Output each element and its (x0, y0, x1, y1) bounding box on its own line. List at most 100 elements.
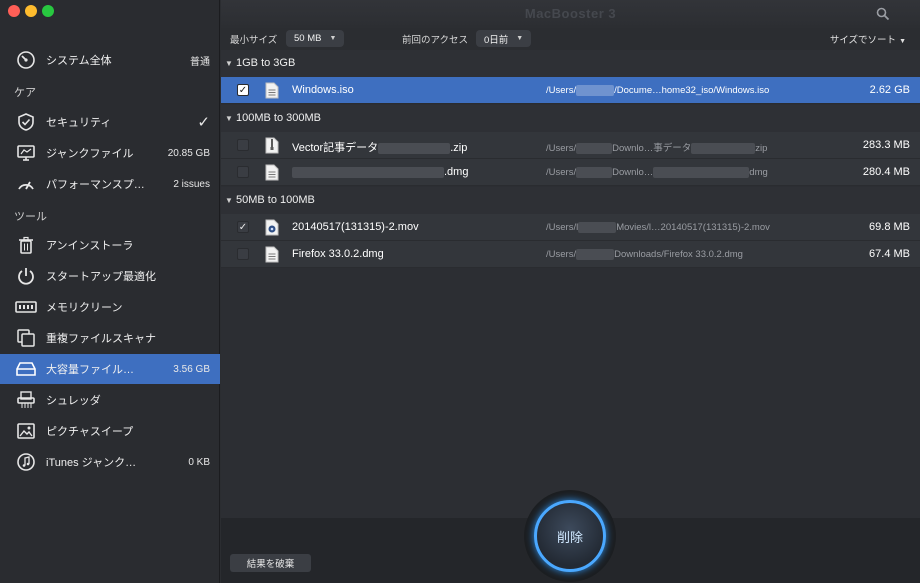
file-size: 283.3 MB (862, 139, 910, 151)
sidebar-item-label: iTunes ジャンク… (46, 457, 137, 469)
redacted-block (576, 142, 613, 154)
file-path: /Users/Downlo… dmg (546, 167, 768, 179)
sidebar-item-label: システム全体 (46, 55, 112, 67)
sidebar-item-shredder[interactable]: シュレッダ (0, 385, 220, 415)
sidebar-item-performance[interactable]: パフォーマンスプ… 2 issues (0, 169, 220, 199)
file-row[interactable]: ✓ 20140517(131315)-2.mov /Users/l Movies/… (221, 214, 920, 241)
file-checkbox[interactable] (237, 166, 249, 178)
file-icon (265, 164, 279, 181)
app-title: MacBooster 3 (524, 6, 617, 21)
redacted-block (691, 142, 756, 154)
sidebar-item-picture-sweep[interactable]: ピクチャスイープ (0, 416, 220, 446)
disclosure-triangle-icon[interactable]: ▼ (225, 59, 233, 68)
file-size: 69.8 MB (869, 221, 910, 233)
power-icon (15, 265, 37, 287)
file-name: .dmg (292, 166, 468, 178)
sidebar: システム全体 普通 ケア セキュリティ ✓ ジャンクファイル 20.85 GB … (0, 0, 220, 583)
window-minimize-button[interactable] (25, 5, 37, 17)
sidebar-item-junk[interactable]: ジャンクファイル 20.85 GB (0, 138, 220, 168)
sidebar-item-label: パフォーマンスプ… (46, 179, 145, 191)
speedometer-icon (15, 173, 37, 195)
file-row[interactable]: Vector記事データ .zip /Users/Downlo…事データ zip 28… (221, 132, 920, 159)
filter-bar: 最小サイズ 50 MB ▼ 前回のアクセス 0日前 ▼ サイズでソート ▼ (221, 28, 920, 50)
file-size: 67.4 MB (869, 248, 910, 260)
checkmark-icon: ✓ (197, 114, 210, 131)
group-title: 100MB to 300MB (236, 112, 321, 124)
trash-icon (15, 234, 37, 256)
sidebar-item-large-files[interactable]: 大容量ファイル… 3.56 GB (0, 354, 220, 384)
delete-button[interactable]: 削除 (534, 500, 606, 572)
discard-results-button[interactable]: 結果を破棄 (230, 554, 311, 572)
file-name: Windows.iso (292, 84, 354, 96)
sidebar-item-system[interactable]: システム全体 普通 (0, 45, 220, 75)
min-size-label: 最小サイズ (230, 35, 278, 46)
redacted-block (576, 85, 615, 96)
sidebar-item-itunes-junk[interactable]: iTunes ジャンク… 0 KB (0, 447, 220, 477)
search-icon[interactable] (876, 7, 890, 21)
group-header[interactable]: ▼ 1GB to 3GB (221, 50, 920, 77)
file-row[interactable]: .dmg /Users/Downlo… dmg 280.4 MB (221, 159, 920, 186)
music-icon (15, 451, 37, 473)
sidebar-item-issues: 2 issues (173, 178, 210, 190)
redacted-block (653, 167, 750, 178)
file-path: /Users/Downlo…事データ zip (546, 142, 768, 154)
file-checkbox[interactable]: ✓ (237, 221, 249, 233)
chevron-down-icon: ▼ (516, 35, 524, 42)
file-path: /Users//Docume…home32_iso/Windows.iso (546, 85, 770, 97)
last-access-label: 前回のアクセス (402, 35, 469, 46)
file-size: 280.4 MB (862, 166, 910, 178)
sort-button[interactable]: サイズでソート ▼ (830, 32, 906, 46)
memory-icon (15, 296, 37, 318)
sidebar-item-uninstaller[interactable]: アンインストーラ (0, 230, 220, 260)
file-row[interactable]: Firefox 33.0.2.dmg /Users/Downloads/Fire… (221, 241, 920, 268)
sidebar-item-size: 20.85 GB (167, 147, 210, 159)
redacted-block (576, 167, 613, 178)
sidebar-item-duplicates[interactable]: 重複ファイルスキャナ (0, 323, 220, 353)
file-checkbox[interactable] (237, 248, 249, 260)
file-size: 2.62 GB (869, 84, 910, 96)
file-icon (265, 82, 279, 99)
file-checkbox[interactable] (237, 139, 249, 151)
chevron-down-icon: ▼ (899, 38, 906, 45)
sidebar-item-startup[interactable]: スタートアップ最適化 (0, 261, 220, 291)
sidebar-item-label: アンインストーラ (46, 240, 134, 252)
disclosure-triangle-icon[interactable]: ▼ (225, 114, 233, 123)
min-size-select[interactable]: 50 MB ▼ (286, 30, 345, 47)
delete-button-housing: 削除 (524, 490, 616, 582)
main-panel: MacBooster 3 最小サイズ 50 MB ▼ 前回のアクセス 0日前 ▼… (221, 0, 920, 583)
sidebar-item-label: 重複ファイルスキャナ (46, 333, 156, 345)
last-access-select[interactable]: 0日前 ▼ (476, 30, 532, 47)
sidebar-item-label: シュレッダ (46, 395, 101, 407)
sort-label: サイズでソート (829, 35, 897, 46)
redacted-block (378, 142, 451, 154)
sidebar-item-size: 0 KB (188, 456, 210, 468)
group-header[interactable]: ▼ 50MB to 100MB (221, 187, 920, 214)
group-title: 1GB to 3GB (236, 57, 296, 69)
sidebar-item-label: メモリクリーン (46, 302, 123, 314)
sidebar-item-memory[interactable]: メモリクリーン (0, 292, 220, 322)
file-name: 20140517(131315)-2.mov (292, 221, 419, 233)
group-title: 50MB to 100MB (236, 194, 315, 206)
disclosure-triangle-icon[interactable]: ▼ (225, 196, 233, 205)
file-name: Firefox 33.0.2.dmg (292, 248, 384, 260)
sidebar-item-label: ジャンクファイル (46, 148, 134, 160)
file-row[interactable]: ✓ Windows.iso /Users//Docume…home32_iso/… (221, 77, 920, 104)
file-icon (265, 246, 279, 263)
chevron-down-icon: ▼ (329, 35, 337, 42)
window-zoom-button[interactable] (42, 5, 54, 17)
drive-icon (15, 358, 37, 380)
sidebar-item-status: 普通 (190, 56, 210, 68)
redacted-block (578, 222, 617, 233)
title-bar: MacBooster 3 (221, 0, 920, 28)
junk-icon (15, 142, 37, 164)
window-close-button[interactable] (8, 5, 20, 17)
sidebar-item-security[interactable]: セキュリティ ✓ (0, 107, 220, 137)
group-header[interactable]: ▼ 100MB to 300MB (221, 105, 920, 132)
shredder-icon (15, 389, 37, 411)
movie-file-icon (265, 219, 279, 236)
file-checkbox[interactable]: ✓ (237, 84, 249, 96)
zip-file-icon (265, 137, 279, 154)
file-name: Vector記事データ .zip (292, 142, 468, 154)
sidebar-item-label: ピクチャスイープ (46, 426, 134, 438)
file-path: /Users/Downloads/Firefox 33.0.2.dmg (546, 249, 743, 261)
